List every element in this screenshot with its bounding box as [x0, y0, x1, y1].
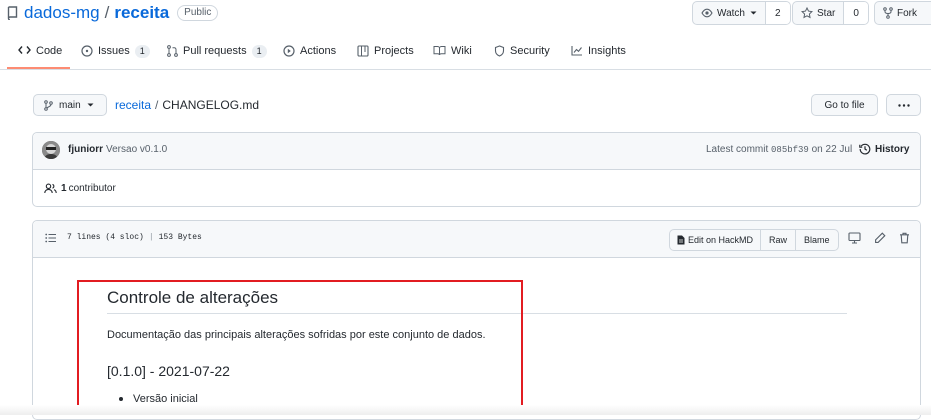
tab-issues[interactable]: Issues 1: [81, 38, 150, 69]
trash-icon[interactable]: [899, 232, 910, 244]
tab-pull-requests[interactable]: Pull requests 1: [167, 38, 267, 69]
kebab-horizontal-icon: [897, 103, 910, 107]
git-pull-request-icon: [167, 45, 178, 57]
breadcrumb-file-name: CHANGELOG.md: [162, 98, 260, 112]
device-desktop-icon[interactable]: [848, 232, 861, 244]
star-button[interactable]: Star: [793, 2, 843, 24]
repo-name-link[interactable]: receita: [114, 3, 169, 23]
latest-commit-label: Latest commit: [706, 144, 769, 155]
tab-security[interactable]: Security: [494, 38, 550, 69]
tab-label: Wiki: [451, 45, 472, 57]
commit-sha-link[interactable]: 085bf39: [771, 145, 809, 155]
code-icon: [18, 45, 31, 55]
tab-projects[interactable]: Projects: [357, 38, 414, 69]
history-label: History: [875, 143, 910, 155]
breadcrumb: receita / CHANGELOG.md: [115, 98, 259, 112]
edit-on-hackmd-label: Edit on HackMD: [688, 235, 754, 245]
commit-author[interactable]: fjuniorr: [68, 144, 103, 155]
file-actions: Edit on HackMD Raw Blame: [669, 229, 839, 251]
tab-label: Pull requests: [183, 45, 247, 57]
contributors-label: contributor: [68, 183, 116, 194]
commit-date: on 22 Jul: [811, 144, 853, 155]
star-icon: [801, 7, 813, 19]
chevron-down-icon: [750, 11, 757, 16]
play-icon: [283, 45, 295, 57]
book-icon: [433, 45, 446, 56]
history-icon: [859, 143, 871, 155]
tab-label: Issues: [98, 45, 130, 57]
tab-label: Code: [36, 45, 63, 57]
contributors-count: 1: [61, 183, 67, 194]
file-header: 7 lines (4 sloc) | 153 Bytes Edit on HackM…: [33, 221, 920, 258]
branch-name: main: [59, 99, 81, 111]
tab-code[interactable]: Code: [7, 38, 70, 69]
repo-owner-link[interactable]: dados-mg: [24, 3, 100, 23]
file-info-divider: |: [148, 233, 154, 242]
edit-on-hackmd-button[interactable]: Edit on HackMD: [670, 230, 760, 250]
repo-icon: [7, 6, 18, 20]
commit-box: fjuniorr Versao v0.1.0 Latest commit 085…: [32, 132, 921, 207]
fork-button[interactable]: Fork: [874, 1, 931, 25]
issues-counter: 1: [134, 45, 150, 58]
tab-label: Security: [510, 45, 550, 57]
bottom-edge: [0, 405, 931, 415]
highlight-box: [77, 280, 523, 409]
file-icon: [677, 235, 685, 245]
contributors-link[interactable]: 1 contributor: [44, 183, 116, 194]
latest-commit-bar: fjuniorr Versao v0.1.0 Latest commit 085…: [33, 133, 920, 170]
tab-label: Insights: [588, 45, 626, 57]
graph-icon: [571, 45, 583, 56]
issue-opened-icon: [81, 45, 93, 57]
breadcrumb-repo-link[interactable]: receita: [115, 98, 151, 112]
visibility-badge: Public: [177, 5, 219, 21]
git-branch-icon: [44, 99, 53, 111]
commit-author-name: fjuniorr: [68, 144, 103, 155]
tab-actions[interactable]: Actions: [283, 38, 336, 69]
chevron-down-icon: [87, 103, 94, 108]
branch-selector[interactable]: main: [33, 94, 107, 116]
raw-button[interactable]: Raw: [760, 230, 795, 250]
file-info: 7 lines (4 sloc) | 153 Bytes: [67, 233, 202, 242]
repo-separator: /: [104, 3, 110, 22]
commit-message[interactable]: Versao v0.1.0: [106, 144, 167, 155]
tab-wiki[interactable]: Wiki: [433, 38, 472, 69]
breadcrumb-separator: /: [155, 98, 159, 112]
watch-button[interactable]: Watch: [693, 2, 765, 24]
people-icon: [44, 183, 57, 194]
watch-button-group[interactable]: Watch 2: [692, 1, 791, 25]
fork-label: Fork: [897, 7, 917, 19]
repo-forked-icon: [883, 7, 893, 19]
blame-button[interactable]: Blame: [795, 230, 838, 250]
pull-requests-counter: 1: [251, 45, 267, 58]
tab-label: Actions: [300, 45, 337, 57]
fork-button-inner[interactable]: Fork: [875, 2, 925, 24]
go-to-file-button[interactable]: Go to file: [811, 94, 878, 116]
history-link[interactable]: History: [859, 143, 909, 155]
shield-icon: [494, 45, 505, 57]
eye-icon: [701, 8, 713, 18]
file-size: 153 Bytes: [158, 233, 202, 242]
tab-insights[interactable]: Insights: [571, 38, 626, 69]
watch-label: Watch: [717, 7, 745, 19]
repo-title: dados-mg / receita Public: [7, 2, 219, 24]
star-count[interactable]: 0: [843, 2, 868, 24]
watch-count[interactable]: 2: [764, 2, 790, 24]
file-lines: 7 lines (4 sloc): [67, 233, 144, 242]
more-options-button[interactable]: [886, 94, 921, 116]
table-icon: [357, 45, 369, 57]
repo-nav-tabs: Code Issues 1 Pull requests 1 Actions Pr…: [0, 38, 931, 70]
pencil-icon[interactable]: [874, 232, 886, 244]
star-button-group[interactable]: Star 0: [792, 1, 869, 25]
latest-commit-info: Latest commit 085bf39 on 22 Jul: [706, 144, 852, 155]
tab-label: Projects: [374, 45, 414, 57]
list-unordered-icon[interactable]: [45, 233, 57, 243]
avatar[interactable]: [42, 141, 60, 159]
star-label: Star: [817, 7, 836, 19]
